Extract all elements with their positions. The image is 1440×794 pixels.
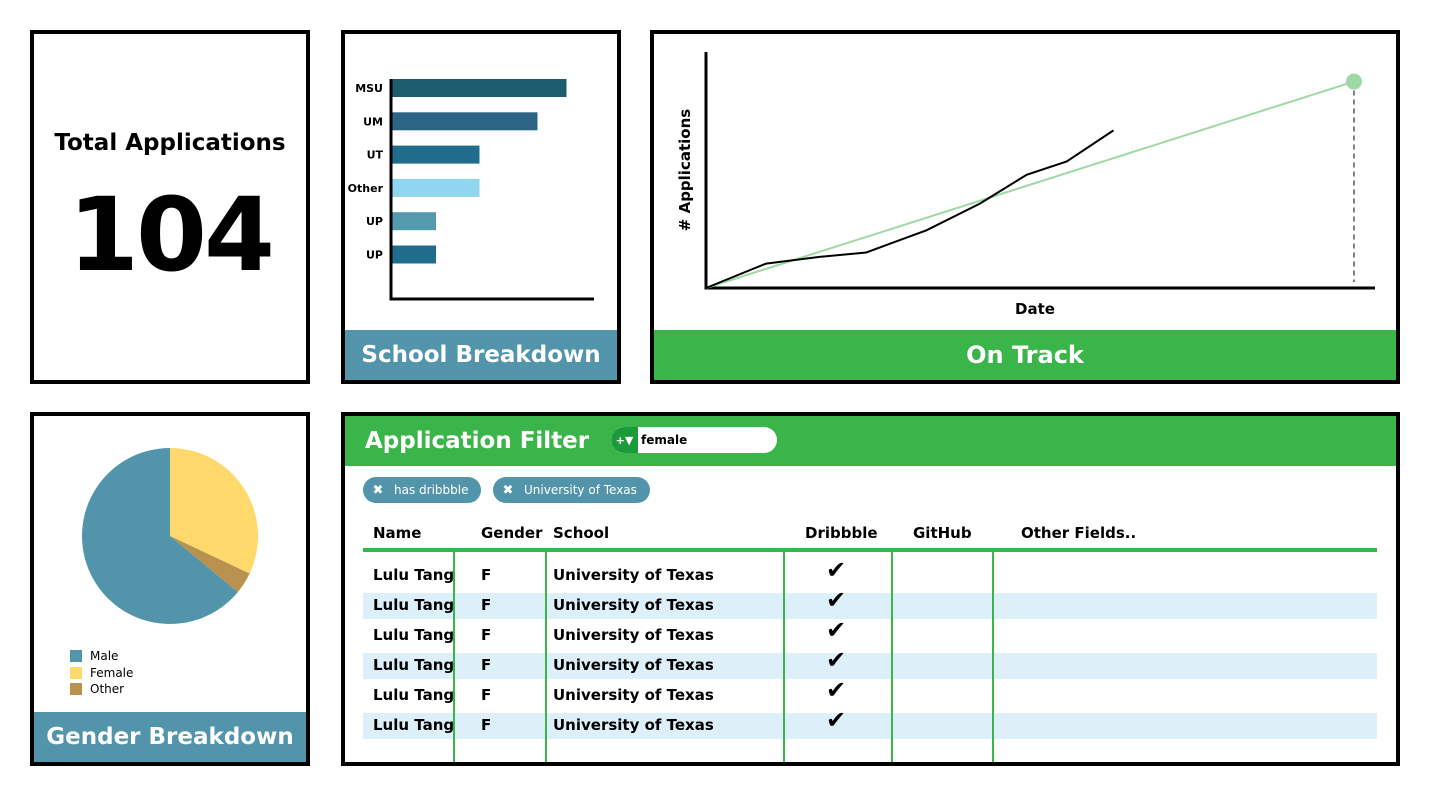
table-cell-gender: F	[481, 596, 492, 614]
legend-swatch	[70, 650, 82, 663]
y-axis-label: # Applications	[676, 109, 694, 231]
filter-icon[interactable]: +▼	[611, 427, 638, 453]
checkmark-icon: ✔	[825, 586, 847, 614]
tick-label: UP	[366, 249, 383, 262]
legend-item: Female	[70, 665, 133, 682]
table-cell-school: University of Texas	[553, 626, 714, 644]
table-cell-school: University of Texas	[553, 596, 714, 614]
table-cell-school: University of Texas	[553, 716, 714, 734]
filter-chip-has-dribbble[interactable]: ✖ has dribbble	[363, 477, 482, 503]
column-divider	[545, 552, 547, 762]
legend-swatch	[70, 683, 82, 696]
x-axis-label: Date	[1015, 300, 1055, 318]
target-marker	[1345, 73, 1362, 90]
total-applications-card: Total Applications 104	[30, 30, 310, 384]
checkmark-icon: ✔	[825, 676, 847, 704]
total-applications-value: 104	[68, 176, 275, 295]
column-header-school[interactable]: School	[553, 524, 609, 542]
gender-breakdown-title: Gender Breakdown	[34, 712, 306, 762]
remove-chip-icon[interactable]: ✖	[371, 483, 385, 498]
table-row-band	[363, 653, 1377, 679]
tick-label: UT	[367, 149, 384, 162]
application-filter-card: Application Filter +▼ ✖ has dribbble ✖ U…	[341, 412, 1400, 766]
filter-search-input[interactable]	[641, 427, 773, 453]
on-track-line-chart: Date # Applications	[676, 52, 1375, 318]
target-line	[705, 80, 1355, 289]
school-bar-chart: MSU UM UT Other UP UP	[348, 79, 594, 301]
header-divider	[363, 548, 1377, 552]
legend-swatch	[70, 666, 82, 679]
school-breakdown-card: MSU UM UT Other UP UP School Breakdown	[341, 30, 621, 384]
table-cell-school: University of Texas	[553, 686, 714, 704]
filter-header: Application Filter +▼	[345, 416, 1396, 466]
column-divider	[453, 552, 455, 762]
table-cell-name: Lulu Tang	[373, 566, 455, 584]
legend-label: Other	[90, 682, 125, 697]
filter-chip-university-of-texas[interactable]: ✖ University of Texas	[493, 477, 650, 503]
bar	[392, 178, 480, 197]
table-cell-name: Lulu Tang	[373, 596, 455, 614]
table-row-band	[363, 593, 1377, 619]
table-row-band	[363, 713, 1377, 739]
column-divider	[992, 552, 994, 762]
column-header-gender[interactable]: Gender	[481, 524, 542, 542]
legend-item: Male	[70, 648, 133, 665]
total-applications-label: Total Applications	[54, 130, 286, 156]
table-cell-school: University of Texas	[553, 656, 714, 674]
column-header-other-fields[interactable]: Other Fields..	[1021, 524, 1136, 542]
bar	[392, 245, 436, 264]
chip-label: University of Texas	[524, 483, 637, 497]
on-track-title: On Track	[654, 330, 1396, 380]
legend-label: Female	[90, 665, 134, 680]
school-breakdown-title: School Breakdown	[345, 330, 617, 380]
column-divider	[891, 552, 893, 762]
tick-label: MSU	[355, 82, 383, 95]
bar	[392, 112, 538, 131]
table-cell-gender: F	[481, 626, 492, 644]
table-cell-school: University of Texas	[553, 566, 714, 584]
on-track-card: Date # Applications On Track	[650, 30, 1400, 384]
table-cell-name: Lulu Tang	[373, 626, 455, 644]
gender-pie-chart	[82, 448, 258, 624]
checkmark-icon: ✔	[825, 706, 847, 734]
chip-label: has dribbble	[394, 483, 469, 497]
table-cell-gender: F	[481, 686, 492, 704]
checkmark-icon: ✔	[825, 556, 847, 584]
table-cell-gender: F	[481, 656, 492, 674]
gender-breakdown-card: Male Female Other Gender Breakdown	[30, 412, 310, 766]
table-cell-name: Lulu Tang	[373, 686, 455, 704]
bar	[392, 79, 567, 97]
column-header-name[interactable]: Name	[373, 524, 421, 542]
tick-label: UM	[363, 115, 383, 128]
bar	[392, 212, 436, 231]
actual-line	[705, 129, 1115, 289]
column-divider	[783, 552, 785, 762]
table-cell-name: Lulu Tang	[373, 656, 455, 674]
column-header-dribbble[interactable]: Dribbble	[805, 524, 878, 542]
table-cell-gender: F	[481, 566, 492, 584]
checkmark-icon: ✔	[825, 616, 847, 644]
tick-label: UP	[366, 215, 383, 228]
remove-chip-icon[interactable]: ✖	[501, 483, 515, 498]
filter-search-box[interactable]: +▼	[611, 427, 777, 453]
legend-label: Male	[90, 649, 119, 664]
table-cell-name: Lulu Tang	[373, 716, 455, 734]
checkmark-icon: ✔	[825, 646, 847, 674]
tick-label: Other	[348, 182, 384, 195]
legend-item: Other	[70, 681, 133, 698]
column-header-github[interactable]: GitHub	[913, 524, 972, 542]
table-cell-gender: F	[481, 716, 492, 734]
bar	[392, 145, 480, 164]
gender-legend: Male Female Other	[70, 648, 133, 698]
filter-title: Application Filter	[365, 428, 590, 454]
